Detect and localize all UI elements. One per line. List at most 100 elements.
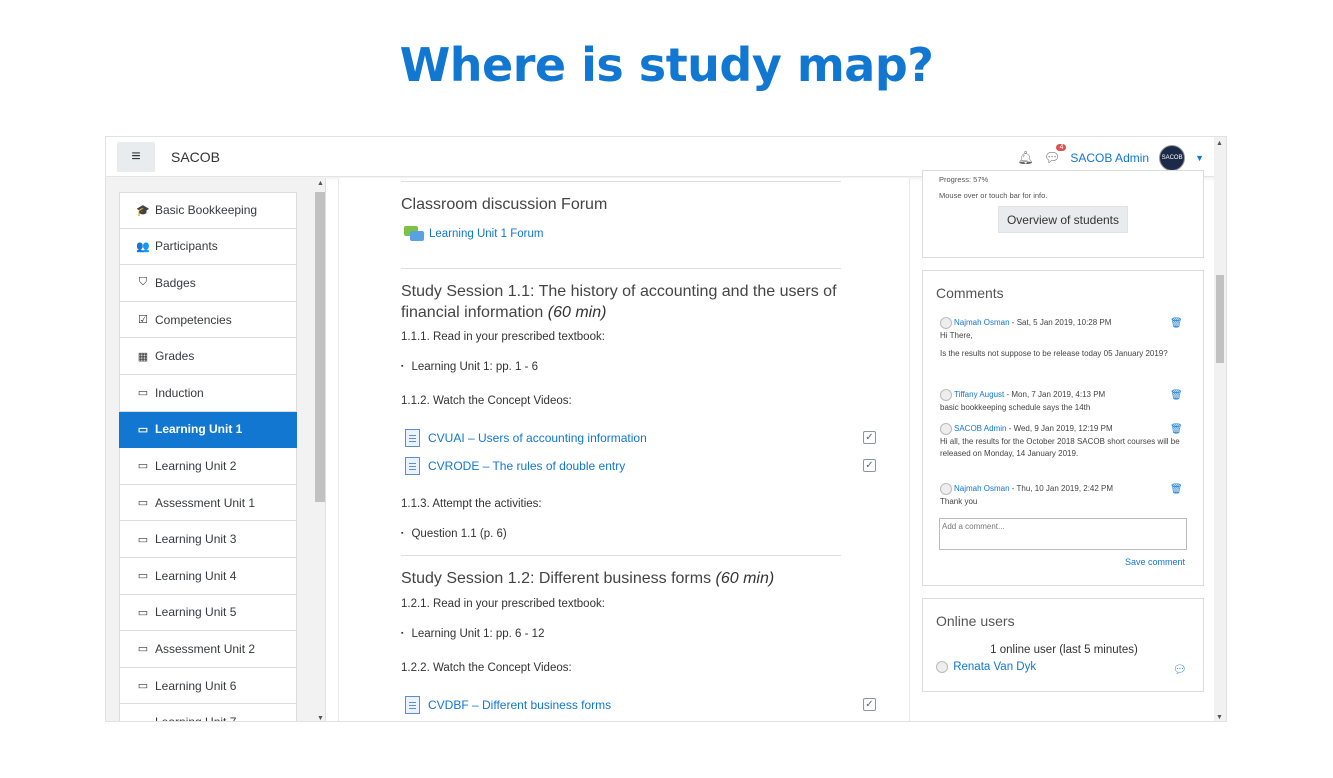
page-scroll-thumb[interactable] — [1216, 275, 1224, 363]
trash-icon[interactable]: 🗑︎ — [1170, 390, 1183, 401]
sidebar-item-label: Learning Unit 6 — [155, 678, 237, 693]
sidebar-item-label: Participants — [155, 239, 218, 254]
sidebar-item-learning-unit-1[interactable]: ▭ Learning Unit 1 — [119, 411, 297, 449]
video-link-cvdbf[interactable]: CVDBF – Different business forms — [405, 696, 611, 714]
comment-author[interactable]: Najmah Osman — [954, 318, 1010, 327]
sidebar-item-grades[interactable]: ▦ Grades — [119, 338, 297, 375]
trash-icon[interactable]: 🗑︎ — [1170, 318, 1183, 329]
sidebar-item-learning-unit-7[interactable]: ▭ Learning Unit 7 — [119, 704, 297, 721]
forum-link[interactable]: Learning Unit 1 Forum — [404, 226, 543, 242]
sidebar-item-label: Learning Unit 5 — [155, 605, 237, 620]
folder-icon: ▭ — [137, 606, 149, 619]
sidebar-item-learning-unit-5[interactable]: ▭ Learning Unit 5 — [119, 594, 297, 632]
comment-author[interactable]: Tiffany August — [954, 390, 1004, 399]
chevron-down-icon[interactable]: ▼ — [1195, 153, 1204, 163]
trash-icon[interactable]: 🗑︎ — [1170, 484, 1183, 495]
shield-icon: ⛉ — [138, 276, 148, 289]
sidebar-item-competencies[interactable]: ☑ Competencies — [119, 301, 297, 339]
divider — [401, 555, 841, 556]
messages-icon[interactable]: 💬︎ 4 — [1044, 144, 1067, 166]
user-avatar-icon — [940, 483, 952, 495]
session-2-read-item: Learning Unit 1: pp. 6 - 12 — [401, 628, 544, 640]
comment-input[interactable]: Add a comment... — [939, 518, 1187, 550]
drawer-scroll-thumb[interactable] — [315, 192, 325, 502]
comment-text: Hi There, — [940, 330, 973, 340]
online-users-summary: 1 online user (last 5 minutes) — [990, 644, 1138, 656]
video-link-cvrode[interactable]: CVRODE – The rules of double entry — [405, 457, 625, 475]
user-avatar-icon — [940, 423, 952, 435]
folder-icon: ▭ — [136, 716, 150, 721]
comment-date: - Wed, 9 Jan 2019, 12:19 PM — [1006, 424, 1113, 434]
sidebar-item-learning-unit-4[interactable]: ▭ Learning Unit 4 — [119, 557, 297, 595]
drawer-scrollbar[interactable]: ▲ ▼ — [314, 180, 326, 721]
overview-of-students-button[interactable]: Overview of students — [998, 206, 1128, 233]
comment-item: Tiffany August - Mon, 7 Jan 2019, 4:13 P… — [940, 389, 1190, 414]
course-content: Classroom discussion Forum Learning Unit… — [338, 178, 910, 721]
sidebar-item-label: Learning Unit 3 — [155, 532, 237, 547]
site-brand[interactable]: SACOB — [171, 149, 220, 165]
session-1-watch: 1.1.2. Watch the Concept Videos: — [401, 395, 572, 407]
graduation-cap-icon: 🎓 — [136, 204, 150, 217]
sidebar-item-induction[interactable]: ▭ Induction — [119, 374, 297, 412]
user-nav: 🔔︎ 💬︎ 4 SACOB Admin SACOB ▼ — [1017, 144, 1204, 171]
sidebar-item-learning-unit-2[interactable]: ▭ Learning Unit 2 — [119, 448, 297, 485]
session-1-read-item: Learning Unit 1: pp. 1 - 6 — [401, 361, 538, 373]
comment-item: SACOB Admin - Wed, 9 Jan 2019, 12:19 PM H… — [940, 423, 1190, 461]
session-2-heading: Study Session 1.2: Different business fo… — [401, 570, 775, 587]
sidebar-item-label: Basic Bookkeeping — [155, 203, 258, 218]
scroll-down-icon[interactable]: ▼ — [317, 715, 324, 721]
sidebar-item-assessment-unit-1[interactable]: ▭ Assessment Unit 1 — [119, 484, 297, 522]
progress-block: Progress: 57% Mouse over or touch bar fo… — [922, 170, 1204, 258]
table-icon: ▦ — [137, 350, 149, 363]
trash-icon[interactable]: 🗑︎ — [1170, 424, 1183, 435]
comment-item: Najmah Osman - Thu, 10 Jan 2019, 2:42 PM… — [940, 483, 1190, 508]
screenshot-frame: ≡ SACOB 🔔︎ 💬︎ 4 SACOB Admin SACOB ▼ 🎓 Basi… — [105, 136, 1227, 722]
forum-icon — [404, 226, 424, 242]
comment-text: Thank you — [940, 496, 978, 506]
completion-checkbox[interactable]: ✓ — [863, 459, 876, 472]
scroll-up-icon[interactable]: ▲ — [1216, 140, 1223, 147]
save-comment-link[interactable]: Save comment — [1125, 557, 1185, 567]
comment-text: Hi all, the results for the October 2018… — [940, 436, 1180, 459]
scroll-up-icon[interactable]: ▲ — [317, 180, 324, 187]
comment-date: - Mon, 7 Jan 2019, 4:13 PM — [1004, 390, 1106, 400]
folder-icon: ▭ — [137, 423, 149, 436]
user-name[interactable]: SACOB Admin — [1070, 151, 1149, 165]
chat-bubble-icon[interactable]: 💬︎ — [1173, 663, 1187, 676]
scroll-down-icon[interactable]: ▼ — [1216, 714, 1223, 721]
video-link-cvuai[interactable]: CVUAI – Users of accounting information — [405, 429, 647, 447]
completion-checkbox[interactable]: ✓ — [863, 431, 876, 444]
hamburger-menu-button[interactable]: ≡ — [117, 142, 155, 172]
bell-icon[interactable]: 🔔︎ — [1017, 150, 1034, 166]
progress-hint: Mouse over or touch bar for info. — [939, 191, 1048, 200]
completion-checkbox[interactable]: ✓ — [863, 698, 876, 711]
comment-date: - Thu, 10 Jan 2019, 2:42 PM — [1009, 484, 1114, 494]
sidebar-item-assessment-unit-2[interactable]: ▭ Assessment Unit 2 — [119, 631, 297, 668]
online-users-title: Online users — [936, 613, 1015, 629]
comment-date: - Sat, 5 Jan 2019, 10:28 PM — [1009, 318, 1112, 328]
folder-icon: ▭ — [137, 387, 149, 400]
notification-badge: 4 — [1056, 144, 1067, 151]
sidebar-item-learning-unit-3[interactable]: ▭ Learning Unit 3 — [119, 521, 297, 558]
avatar[interactable]: SACOB — [1159, 145, 1186, 171]
sidebar-item-badges[interactable]: ⛉ Badges — [119, 265, 297, 302]
folder-icon: ▭ — [137, 680, 149, 693]
user-avatar-icon — [940, 317, 952, 329]
comments-block: Comments Najmah Osman - Sat, 5 Jan 2019,… — [922, 270, 1204, 586]
sidebar-item-learning-unit-6[interactable]: ▭ Learning Unit 6 — [119, 667, 297, 705]
progress-label: Progress: 57% — [939, 175, 989, 184]
user-avatar-icon — [940, 389, 952, 401]
page-scrollbar[interactable]: ▲ ▼ — [1214, 137, 1226, 721]
comment-author[interactable]: Najmah Osman — [954, 484, 1010, 493]
divider — [401, 268, 841, 269]
sidebar-item-participants[interactable]: 👥 Participants — [119, 228, 297, 266]
online-user-link[interactable]: Renata Van Dyk — [936, 661, 1036, 673]
right-blocks: Progress: 57% Mouse over or touch bar fo… — [922, 170, 1204, 721]
comment-author[interactable]: SACOB Admin — [954, 424, 1006, 433]
comment-header: SACOB Admin - Wed, 9 Jan 2019, 12:19 PM — [940, 423, 1190, 436]
comment-text: Is the results not suppose to be release… — [940, 349, 1168, 359]
comment-item: Najmah Osman - Sat, 5 Jan 2019, 10:28 PM… — [940, 317, 1190, 361]
sidebar-item-basic-bookkeeping[interactable]: 🎓 Basic Bookkeeping — [119, 192, 297, 229]
document-icon — [405, 429, 420, 447]
sidebar-item-label: Learning Unit 7 — [155, 715, 236, 721]
